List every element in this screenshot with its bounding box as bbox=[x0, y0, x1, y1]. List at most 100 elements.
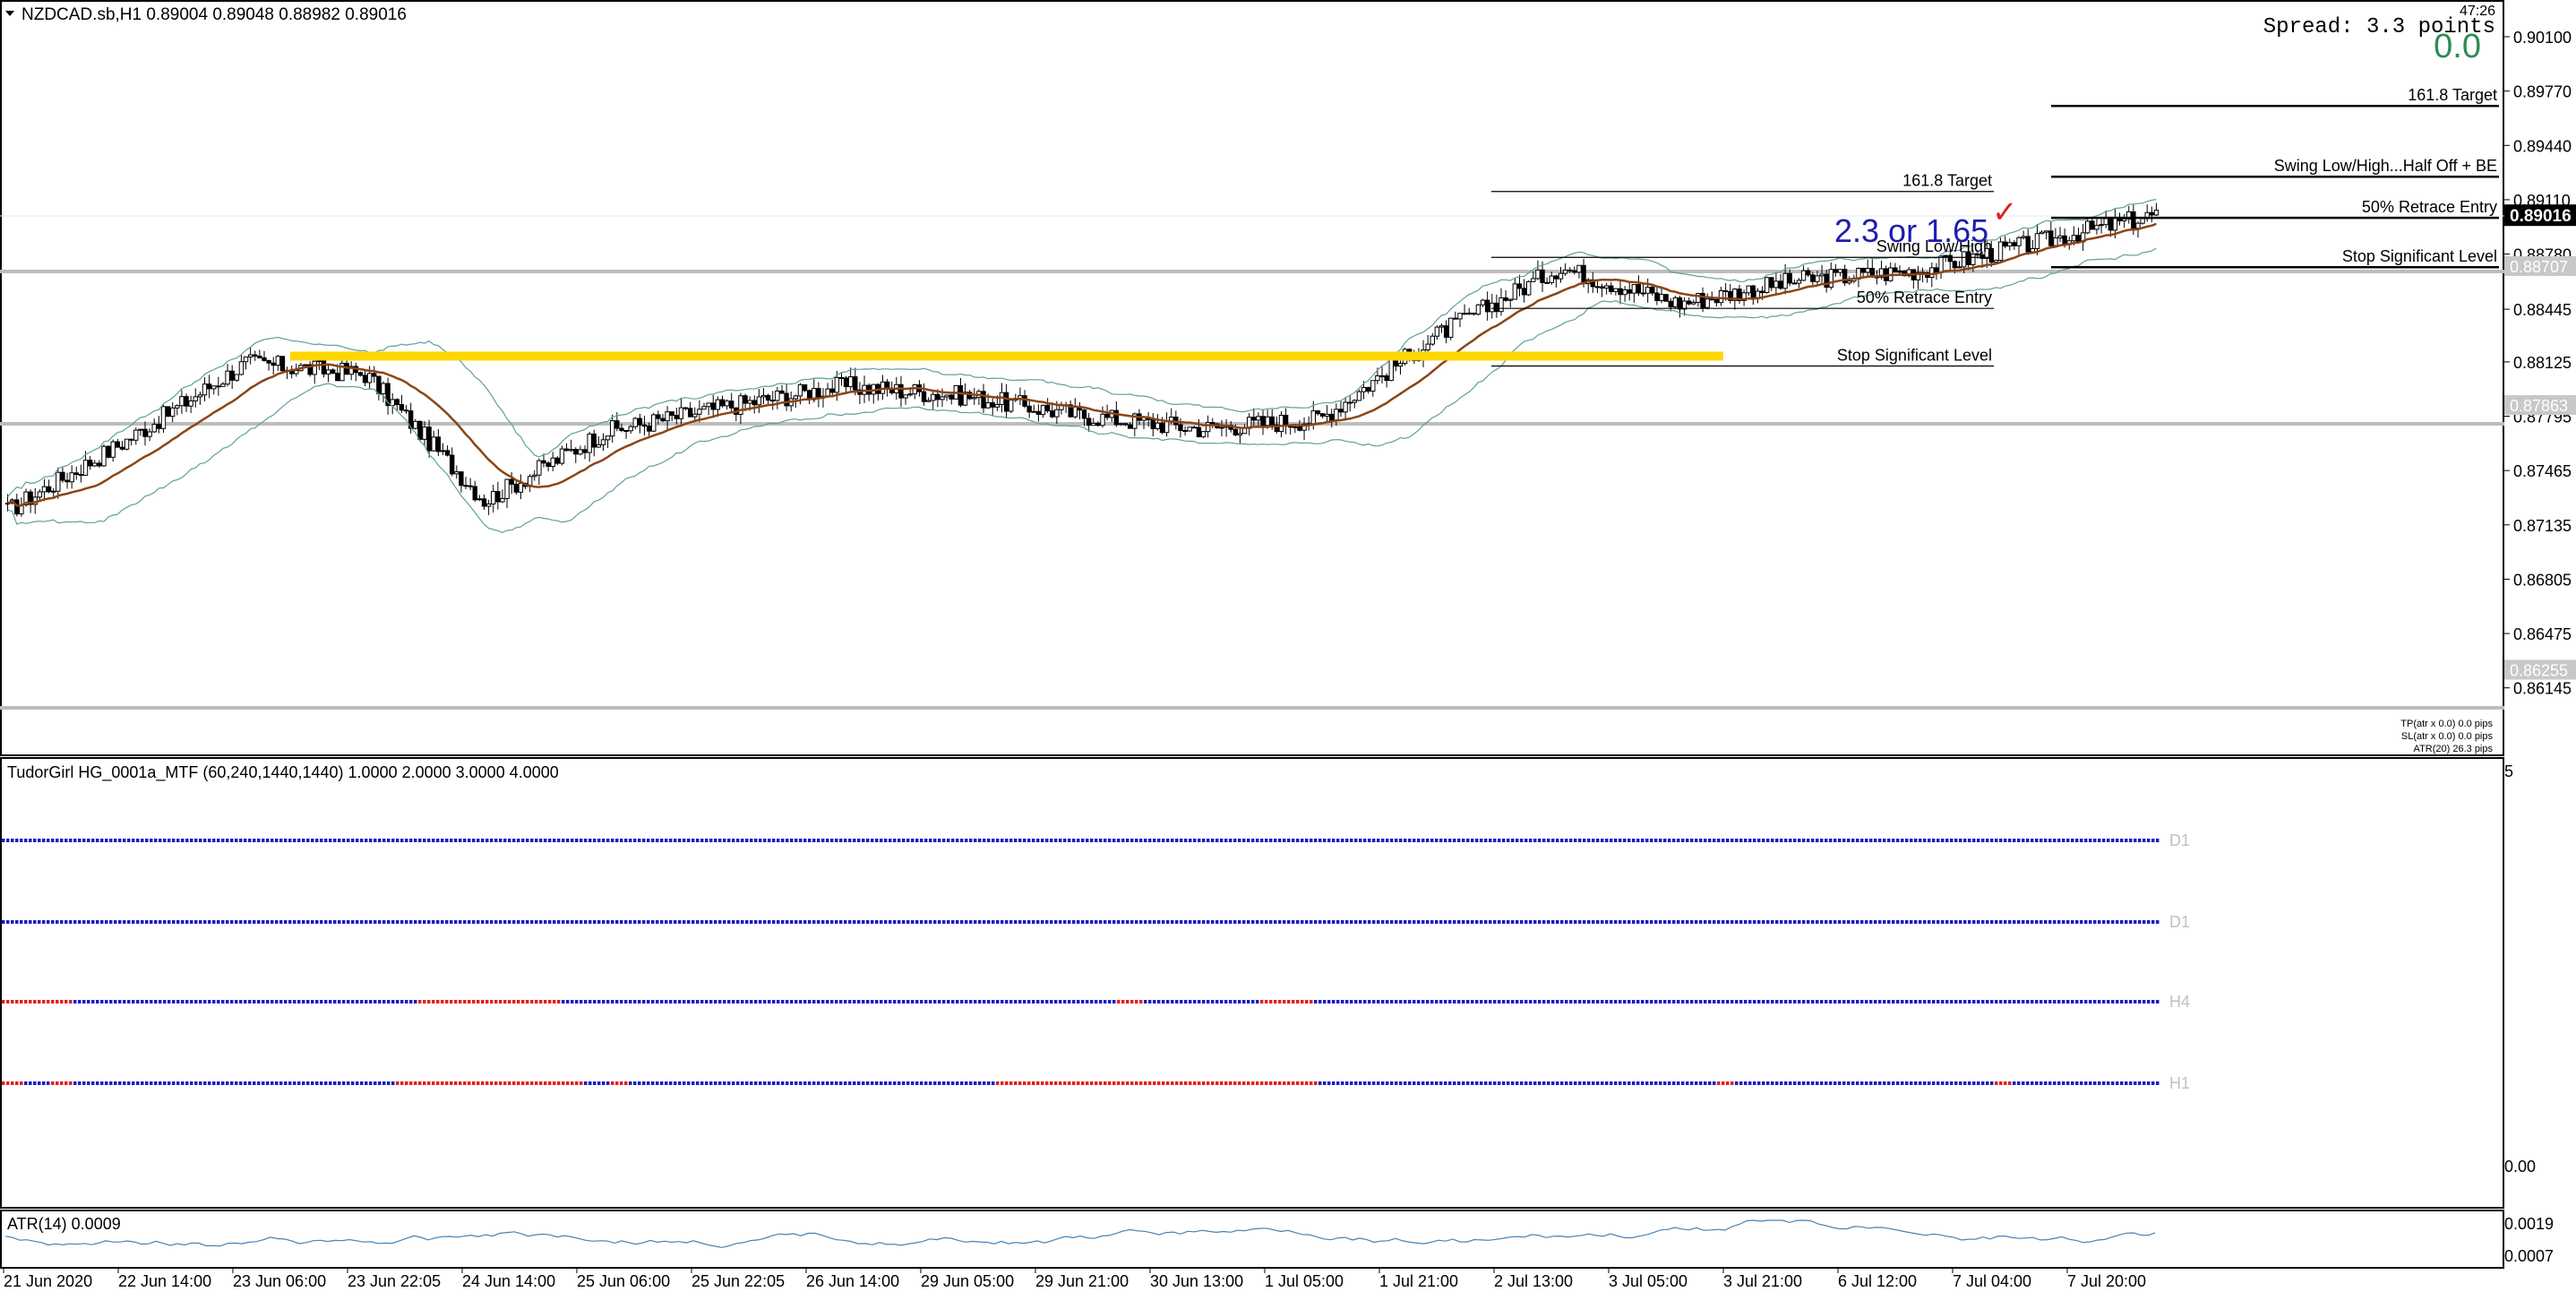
candle-body bbox=[440, 450, 446, 452]
bollinger-lower bbox=[7, 247, 2157, 534]
candle-body bbox=[587, 433, 592, 453]
candle-body bbox=[1457, 313, 1463, 320]
price-tick-label: 0.87135 bbox=[2513, 517, 2572, 535]
dropdown-triangle-icon[interactable] bbox=[5, 11, 14, 16]
candle-body bbox=[151, 424, 157, 433]
candle-body bbox=[1352, 400, 1358, 403]
candle-body bbox=[907, 393, 913, 396]
time-tick-label: 23 Jun 22:05 bbox=[348, 1272, 441, 1290]
candle-body bbox=[990, 401, 995, 408]
candle-body bbox=[270, 362, 276, 366]
candle-body bbox=[1269, 416, 1275, 426]
time-tick-label: 29 Jun 05:00 bbox=[921, 1272, 1014, 1290]
moving-average bbox=[7, 222, 2157, 507]
candle-body bbox=[1050, 410, 1055, 418]
candle-body bbox=[1388, 358, 1394, 382]
candle-body bbox=[133, 429, 139, 441]
price-tick-label: 0.88125 bbox=[2513, 354, 2572, 372]
candle-body bbox=[559, 448, 565, 464]
candle-body bbox=[262, 357, 267, 361]
candle-body bbox=[554, 457, 561, 464]
candle-body bbox=[1334, 409, 1339, 421]
candle-body bbox=[1310, 410, 1317, 425]
candle-body bbox=[2053, 237, 2058, 246]
candle-body bbox=[51, 490, 56, 493]
candle-body bbox=[747, 400, 752, 404]
candle-body bbox=[2002, 241, 2008, 247]
candle-body bbox=[646, 426, 652, 432]
candle-body bbox=[1746, 285, 1751, 294]
candle-body bbox=[175, 405, 180, 409]
candle-body bbox=[797, 383, 803, 397]
candle-body bbox=[1897, 271, 1902, 273]
candle-body bbox=[46, 486, 52, 493]
candle-body bbox=[2140, 218, 2145, 224]
candle-body bbox=[1810, 274, 1816, 282]
candle-body bbox=[582, 449, 588, 453]
indicator-row bbox=[2, 920, 2160, 924]
time-tick-label: 22 Jun 14:00 bbox=[118, 1272, 211, 1290]
candle-body bbox=[2090, 220, 2095, 230]
candle-body bbox=[2062, 235, 2067, 245]
candle-body bbox=[1631, 284, 1637, 294]
candle-body bbox=[220, 383, 226, 387]
candle-body bbox=[253, 354, 258, 357]
candle-body bbox=[372, 373, 377, 377]
candle-body bbox=[238, 361, 245, 375]
candle-body bbox=[985, 401, 991, 409]
main-chart-frame bbox=[0, 0, 2504, 756]
candle-body bbox=[1035, 410, 1042, 416]
candle-body bbox=[1934, 267, 1939, 273]
candle-body bbox=[331, 369, 336, 375]
candle-body bbox=[623, 429, 629, 432]
candle-body bbox=[949, 394, 954, 400]
candle-body bbox=[573, 449, 579, 455]
candle-body bbox=[674, 415, 680, 419]
candle-body bbox=[225, 370, 230, 385]
candle-body bbox=[1668, 300, 1673, 307]
candle-body bbox=[1494, 302, 1499, 313]
candle-body bbox=[678, 407, 684, 419]
candle-body bbox=[651, 414, 657, 432]
candle-body bbox=[1425, 343, 1430, 351]
candle-body bbox=[1636, 284, 1642, 294]
candle-body bbox=[729, 401, 734, 409]
atr-scale-top: 0.0019 bbox=[2504, 1215, 2554, 1233]
candle-body bbox=[1713, 298, 1720, 304]
candle-body bbox=[706, 402, 711, 408]
indicator-row bbox=[2, 839, 2160, 842]
candle-body bbox=[1081, 409, 1087, 419]
yellow-level[interactable] bbox=[290, 351, 1723, 361]
indicator-row bbox=[2, 1081, 2160, 1085]
candle-body bbox=[1397, 363, 1404, 367]
candle-body bbox=[97, 462, 102, 467]
indicator-plot: D1 D1 H4 H1 bbox=[2, 831, 2190, 1092]
candle-body bbox=[1361, 386, 1367, 392]
candle-body bbox=[1558, 272, 1564, 280]
candle-body bbox=[1471, 312, 1477, 315]
candle-body bbox=[1292, 426, 1298, 428]
candle-body bbox=[119, 446, 125, 450]
price-tick-label: 0.88445 bbox=[2513, 301, 2572, 319]
candle-body bbox=[600, 439, 606, 445]
candle-body bbox=[701, 406, 707, 410]
candle-body bbox=[1971, 254, 1976, 265]
level-label-right: 161.8 Target bbox=[2408, 86, 2497, 104]
indicator-row-label: D1 bbox=[2169, 831, 2190, 849]
candle-body bbox=[197, 394, 203, 398]
candle-body bbox=[1521, 288, 1527, 296]
candle-body bbox=[532, 474, 537, 478]
candle-body bbox=[1091, 423, 1096, 426]
candle-body bbox=[138, 428, 143, 431]
atr-title: ATR(14) 0.0009 bbox=[7, 1215, 121, 1233]
time-tick-label: 24 Jun 14:00 bbox=[462, 1272, 555, 1290]
candle-body bbox=[41, 486, 47, 493]
candle-body bbox=[357, 372, 364, 376]
candle-body bbox=[500, 497, 505, 503]
candle-body bbox=[665, 411, 670, 422]
candle-body bbox=[1540, 269, 1545, 283]
indicator-row-label: D1 bbox=[2169, 913, 2190, 931]
candle-body bbox=[417, 420, 423, 440]
time-tick-label: 6 Jul 12:00 bbox=[1838, 1272, 1917, 1290]
candle-body bbox=[1516, 283, 1523, 289]
